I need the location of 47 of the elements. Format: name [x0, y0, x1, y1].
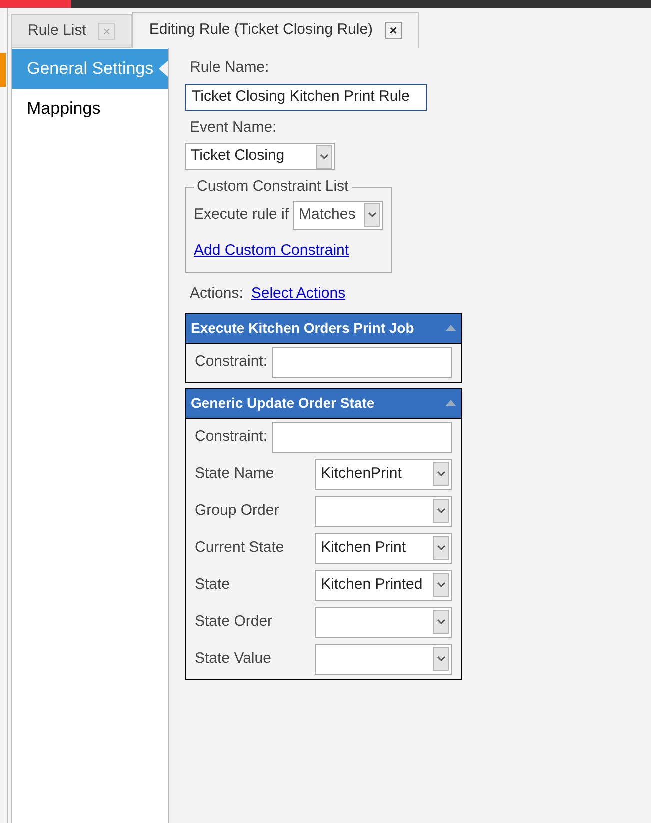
caret-icon	[436, 619, 446, 625]
field-label: Execute rule if	[194, 204, 290, 225]
sidebar-item[interactable]: Mappings	[12, 89, 168, 129]
execute-dropdown[interactable]: Matches	[293, 200, 384, 230]
field-label: Rule Name:	[189, 58, 270, 78]
caret-icon	[368, 212, 377, 218]
field-label: Constraint:	[195, 427, 268, 448]
constraint-field[interactable]	[272, 422, 452, 453]
group-legend: Custom Constraint List	[194, 176, 352, 198]
caret-icon	[436, 508, 446, 514]
state-dropdown[interactable]: KitchenPrint	[315, 458, 452, 490]
caret-icon	[436, 582, 446, 588]
action-header[interactable]: Execute Kitchen Orders Print Job	[186, 314, 461, 344]
caret-icon	[436, 471, 446, 477]
field-label: State Name	[195, 464, 274, 484]
dropdown-toggle[interactable]	[433, 647, 449, 671]
close-button[interactable]: ×	[385, 22, 402, 39]
tab[interactable]: Rule List ×	[11, 14, 132, 48]
dropdown-toggle[interactable]	[433, 462, 449, 486]
caret-icon	[320, 154, 328, 160]
tab[interactable]: Editing Rule (Ticket Closing Rule) ×	[132, 12, 420, 48]
add-constraint-link[interactable]: Add Custom Constraint	[194, 240, 384, 262]
field-label: State Order	[195, 612, 273, 632]
field-label: State	[195, 574, 230, 595]
dropdown-toggle[interactable]	[316, 144, 332, 168]
selection-marker	[0, 53, 6, 87]
event-dropdown[interactable]: Ticket Closing	[185, 143, 335, 170]
state-dropdown[interactable]: Kitchen Print	[315, 532, 452, 564]
rule-name-field[interactable]: Ticket Closing Kitchen Print Rule	[185, 84, 427, 110]
dropdown-toggle[interactable]	[433, 610, 449, 634]
state-dropdown[interactable]: Kitchen Printed	[315, 570, 452, 600]
field-label: Event Name:	[189, 118, 278, 138]
field-label: Current State	[195, 538, 284, 558]
constraint-field[interactable]	[272, 347, 452, 378]
field-label: Actions:	[190, 284, 244, 304]
field-label: Constraint:	[195, 352, 268, 372]
dropdown-toggle[interactable]	[433, 499, 449, 523]
action-header[interactable]: Generic Update Order State	[186, 388, 461, 418]
field-label: State Value	[195, 648, 272, 669]
caret-icon	[436, 545, 446, 551]
field-label: Group Order	[195, 500, 280, 521]
dropdown-toggle[interactable]	[433, 536, 449, 560]
dropdown-toggle[interactable]	[433, 573, 449, 597]
accent-bar	[0, 0, 71, 8]
select-actions-link[interactable]: Select Actions	[251, 283, 346, 306]
dropdown-toggle[interactable]	[364, 203, 380, 227]
caret-icon	[436, 656, 446, 662]
